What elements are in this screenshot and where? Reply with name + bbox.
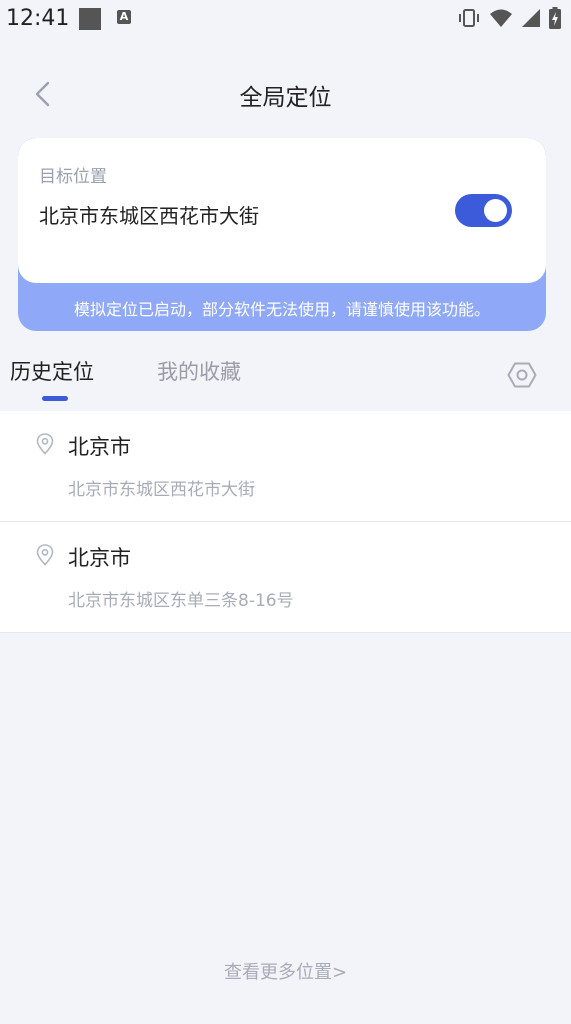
target-address: 北京市东城区西花市大街 <box>39 204 259 228</box>
header: 全局定位 <box>0 60 571 128</box>
tab-bar: 历史定位 我的收藏 <box>0 350 571 410</box>
tab-history[interactable]: 历史定位 <box>10 356 94 386</box>
battery-charging-icon <box>549 7 561 29</box>
target-label: 目标位置 <box>39 167 107 187</box>
tab-favorites[interactable]: 我的收藏 <box>157 356 241 386</box>
list-item-title: 北京市 <box>68 546 131 570</box>
signal-icon <box>522 9 540 27</box>
list-item-title: 北京市 <box>68 435 131 459</box>
hexagon-settings-icon <box>507 362 537 388</box>
notification-square-icon <box>79 8 101 30</box>
target-card-body: 目标位置 北京市东城区西花市大街 <box>18 138 546 283</box>
list-item-subtitle: 北京市东城区西花市大街 <box>68 480 255 500</box>
view-more-locations-link[interactable]: 查看更多位置> <box>0 958 571 984</box>
list-item[interactable]: 北京市 北京市东城区西花市大街 <box>0 411 571 522</box>
active-tab-indicator <box>42 396 68 401</box>
page-title: 全局定位 <box>239 85 332 111</box>
list-item[interactable]: 北京市 北京市东城区东单三条8-16号 <box>0 522 571 633</box>
list-item-subtitle: 北京市东城区东单三条8-16号 <box>68 591 294 611</box>
mock-location-toggle[interactable] <box>455 194 512 227</box>
wifi-icon <box>490 9 512 27</box>
status-bar: 12:41 A <box>0 0 571 38</box>
location-pin-icon <box>36 433 54 455</box>
a-badge-icon: A <box>117 10 131 24</box>
status-time: 12:41 <box>6 6 70 31</box>
status-icons <box>457 6 561 30</box>
warning-banner-text: 模拟定位已启动，部分软件无法使用，请谨慎使用该功能。 <box>73 300 490 319</box>
target-location-card: 目标位置 北京市东城区西花市大街 模拟定位已启动，部分软件无法使用，请谨慎使用该… <box>18 138 546 331</box>
toggle-knob <box>484 199 507 222</box>
settings-button[interactable] <box>507 360 537 390</box>
history-list: 北京市 北京市东城区西花市大街 北京市 北京市东城区东单三条8-16号 <box>0 411 571 633</box>
location-pin-icon <box>36 544 54 566</box>
vibrate-icon <box>459 9 479 27</box>
